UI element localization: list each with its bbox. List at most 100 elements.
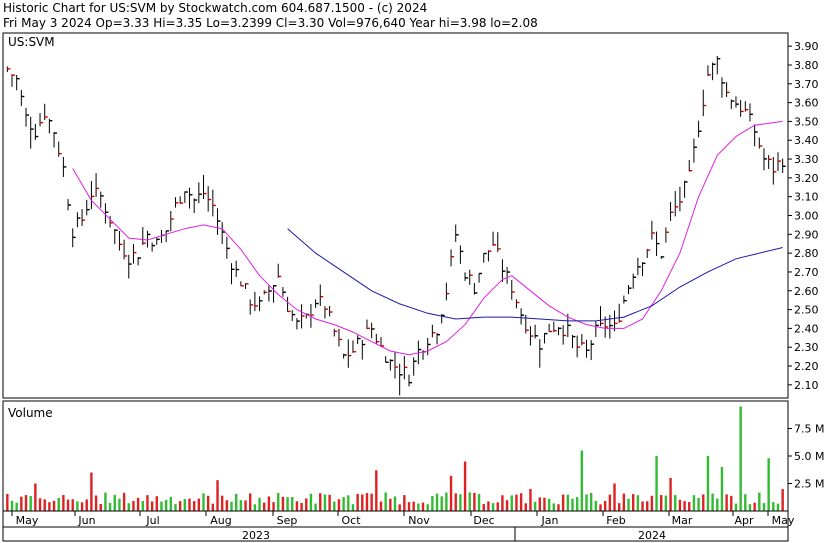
volume-bar: [15, 502, 18, 511]
month-label: Jun: [77, 514, 95, 527]
volume-label: Volume: [8, 406, 53, 420]
volume-bar: [781, 489, 784, 511]
month-label: Dec: [473, 514, 494, 527]
volume-bar: [744, 494, 747, 511]
month-label: Jan: [541, 514, 559, 527]
volume-bar: [702, 494, 705, 511]
volume-bar: [43, 499, 46, 511]
volume-bar: [748, 504, 752, 511]
month-label: Aug: [210, 514, 231, 527]
volume-bar: [692, 495, 696, 511]
volume-bar: [473, 492, 476, 511]
volume-bar: [333, 501, 336, 511]
volume-bar: [641, 501, 644, 511]
price-tick-label: 3.90: [794, 40, 819, 53]
volume-bar: [622, 493, 626, 511]
volume-bar: [566, 494, 570, 511]
volume-bar: [258, 497, 261, 511]
volume-bar: [178, 501, 182, 511]
volume-bar: [594, 500, 598, 511]
volume-bar: [291, 497, 294, 511]
month-label: Mar: [672, 514, 693, 527]
volume-bar: [431, 495, 434, 511]
month-label: May: [16, 514, 39, 527]
volume-bar: [421, 502, 425, 511]
volume-bar: [104, 492, 107, 511]
volume-bar: [146, 495, 149, 511]
volume-bar: [403, 495, 406, 511]
volume-bar: [426, 504, 429, 511]
volume-bar: [197, 498, 201, 511]
quote-summary: Fri May 3 2024 Op=3.33 Hi=3.35 Lo=3.2399…: [3, 16, 538, 30]
volume-bar: [730, 495, 733, 511]
price-tick-label: 3.30: [794, 153, 819, 166]
volume-bar: [244, 500, 247, 511]
volume-bar: [48, 502, 51, 511]
volume-bar: [758, 492, 761, 511]
volume-bar: [510, 495, 513, 511]
volume-bar: [589, 493, 593, 511]
chart-title: Historic Chart for US:SVM by Stockwatch.…: [3, 1, 427, 15]
volume-bar: [351, 504, 355, 511]
month-label: Sep: [277, 514, 298, 527]
month-label: May: [772, 514, 795, 527]
price-tick-label: 2.40: [794, 322, 819, 335]
volume-bar: [281, 496, 285, 511]
symbol-label: US:SVM: [8, 35, 55, 49]
month-label: Apr: [734, 514, 754, 527]
volume-bar: [580, 450, 584, 511]
volume-bar: [678, 499, 682, 511]
volume-bar: [136, 497, 140, 511]
volume-bar: [575, 497, 579, 511]
volume-bar: [585, 494, 588, 511]
volume-bar: [407, 502, 411, 511]
volume-bar: [650, 495, 654, 511]
price-tick-label: 3.40: [794, 134, 819, 147]
volume-bar: [491, 503, 495, 511]
volume-bar: [561, 494, 565, 511]
volume-bar: [459, 494, 462, 511]
volume-bar: [267, 496, 271, 511]
volume-bar: [547, 498, 551, 511]
volume-bar: [216, 480, 219, 511]
volume-bar: [188, 498, 191, 511]
volume-bar: [305, 498, 308, 511]
volume-bar: [674, 494, 677, 511]
volume-bar: [505, 500, 509, 511]
volume-bar: [6, 493, 9, 511]
volume-bar: [669, 478, 672, 511]
volume-bar: [286, 497, 289, 511]
volume-bar: [183, 499, 187, 511]
volume-bar: [417, 503, 420, 511]
volume-bar: [720, 467, 724, 511]
month-label: Jul: [145, 514, 159, 527]
volume-bar: [393, 496, 397, 511]
volume-bar: [127, 503, 130, 511]
volume-bar: [66, 499, 70, 511]
volume-bar: [543, 497, 546, 511]
volume-bar: [132, 500, 135, 511]
volume-bar: [113, 494, 116, 511]
price-tick-label: 3.50: [794, 115, 819, 128]
volume-tick-label: 5.0 M: [794, 450, 824, 463]
volume-bar: [524, 503, 527, 511]
price-tick-label: 3.20: [794, 172, 819, 185]
volume-bar: [501, 495, 504, 511]
volume-bar: [347, 495, 350, 511]
volume-bar: [80, 502, 84, 511]
volume-bar: [571, 498, 574, 511]
volume-bar: [150, 501, 154, 511]
volume-bar: [272, 502, 275, 511]
volume-bar: [342, 497, 345, 511]
month-label: Oct: [341, 514, 361, 527]
price-tick-label: 2.10: [794, 379, 819, 392]
stock-chart: Historic Chart for US:SVM by Stockwatch.…: [2, 1, 824, 542]
volume-bar: [225, 500, 229, 511]
price-tick-label: 3.80: [794, 59, 819, 72]
volume-bar: [192, 501, 196, 511]
volume-bar: [62, 494, 65, 511]
price-tick-label: 2.20: [794, 360, 819, 373]
month-label: Nov: [408, 514, 430, 527]
volume-bar: [384, 492, 387, 511]
volume-bar: [300, 502, 303, 511]
